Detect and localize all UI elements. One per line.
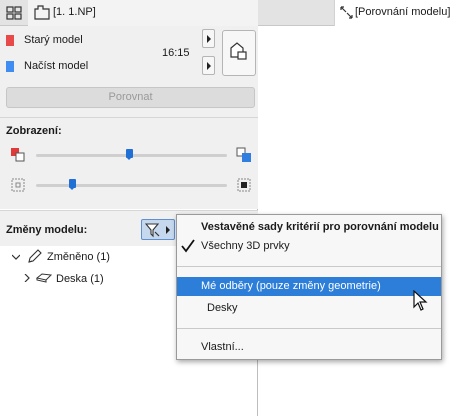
swap-models-icon: [230, 42, 247, 60]
load-model-arrow-button[interactable]: [202, 56, 215, 75]
new-model-display-icon: [236, 147, 251, 162]
menu-item-slabs[interactable]: Desky: [207, 302, 238, 314]
slab-icon: [36, 273, 52, 283]
menu-header: Vestavěné sady kritérií pro porovnání mo…: [201, 221, 439, 233]
filter-icon: [145, 223, 160, 238]
checkmark-icon: [181, 239, 195, 253]
filter-chevron-right-icon: [166, 226, 170, 234]
display-slider-2-track[interactable]: [36, 184, 227, 187]
compare-button[interactable]: Porovnat: [6, 87, 255, 108]
tree-item-slab-label[interactable]: Deska (1): [56, 273, 104, 285]
solid-display-icon: [237, 178, 251, 192]
display-slider-2-thumb[interactable]: [68, 179, 76, 190]
menu-item-all-3d[interactable]: Všechny 3D prvky: [201, 240, 290, 252]
load-model-label: Načíst model: [24, 60, 89, 72]
transparent-display-icon: [11, 178, 25, 192]
old-model-color-swatch: [6, 35, 14, 46]
tree-item-changed-label[interactable]: Změněno (1): [47, 251, 110, 263]
old-model-display-icon: [11, 148, 25, 162]
load-model-color-swatch: [6, 61, 14, 72]
view-section-title: Zobrazení:: [6, 125, 62, 137]
menu-separator-1: [177, 266, 441, 267]
tree-expand-chevron-right-icon[interactable]: [23, 274, 31, 282]
menu-item-my-subscriptions[interactable]: Mé odběry (pouze změny geometrie): [201, 280, 381, 292]
floor-plan-icon: [34, 5, 50, 20]
menu-item-custom[interactable]: Vlastní...: [201, 341, 244, 353]
menu-separator-2: [177, 328, 441, 329]
display-slider-1-thumb[interactable]: [126, 149, 134, 160]
grid-view-icon[interactable]: [6, 6, 22, 20]
changes-section-title: Změny modelu:: [6, 224, 88, 236]
old-model-label: Starý model: [24, 34, 83, 46]
tab-model-compare-label: [Porovnání modelu]: [355, 6, 451, 18]
mouse-cursor-icon: [413, 290, 428, 311]
tree-expand-chevron-down-icon[interactable]: [12, 253, 20, 261]
pencil-icon: [28, 249, 42, 263]
model-timestamp: 16:15: [162, 47, 190, 59]
old-model-arrow-button[interactable]: [202, 29, 215, 48]
compare-arrows-icon: [340, 6, 353, 19]
tab-floor-plan-label: [1. 1.NP]: [53, 6, 96, 18]
